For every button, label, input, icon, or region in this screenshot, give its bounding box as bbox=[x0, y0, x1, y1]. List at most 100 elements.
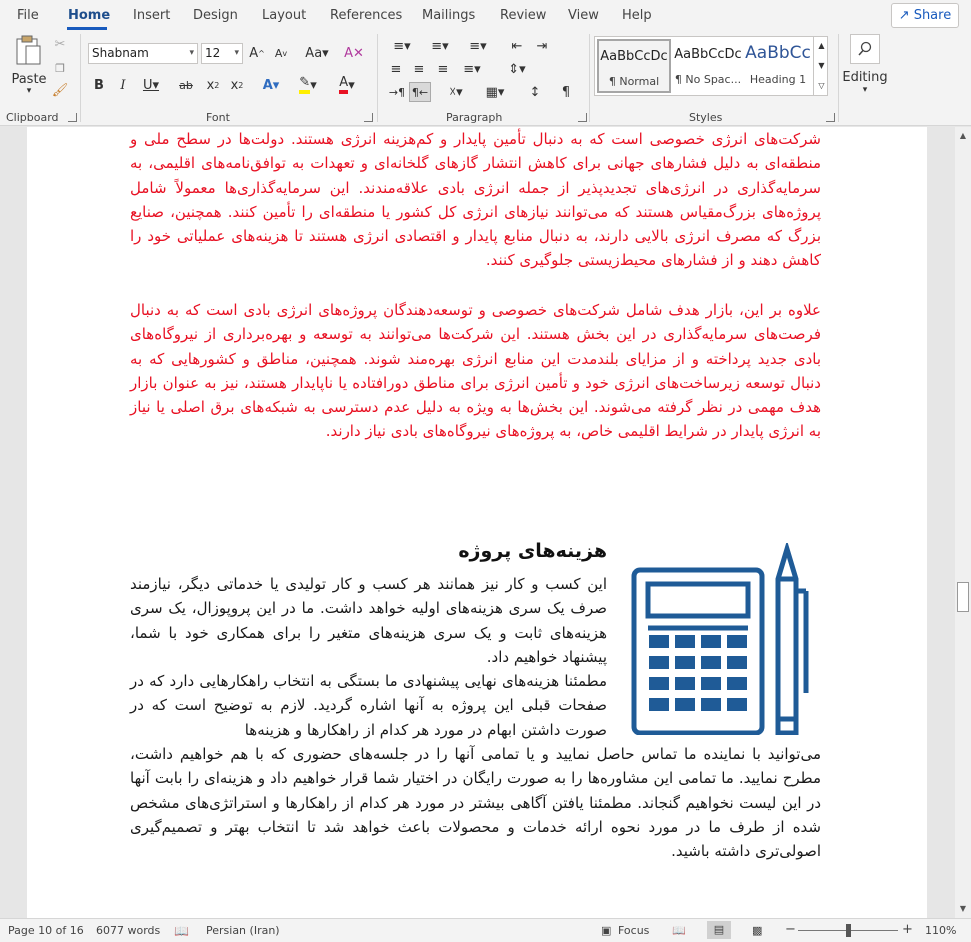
focus-icon[interactable]: ▣ bbox=[601, 924, 611, 937]
tab-references[interactable]: References bbox=[330, 8, 402, 23]
print-layout-icon[interactable]: ▤ bbox=[707, 921, 731, 939]
scroll-up-icon[interactable]: ▲ bbox=[958, 129, 968, 141]
multilevel-list-icon[interactable]: ≡▾ bbox=[462, 36, 494, 56]
numbering-icon[interactable]: ≡▾ bbox=[424, 36, 456, 56]
share-button[interactable]: ↗ Share bbox=[891, 3, 959, 28]
font-name-combo[interactable]: Shabnam ▾ bbox=[88, 43, 198, 64]
shrink-font-icon[interactable]: Av bbox=[271, 43, 291, 64]
focus-button[interactable]: Focus bbox=[618, 924, 649, 937]
search-icon[interactable] bbox=[850, 34, 880, 64]
editing-chevron-icon[interactable]: ▾ bbox=[858, 85, 872, 95]
grow-font-icon[interactable]: A ^ bbox=[247, 43, 267, 64]
tab-home[interactable]: Home bbox=[68, 8, 110, 23]
bullets-icon[interactable]: ≡▾ bbox=[386, 36, 418, 56]
paste-chevron-icon[interactable]: ▾ bbox=[22, 86, 36, 96]
chevron-down-icon[interactable]: ▼ bbox=[816, 58, 827, 72]
style-no-spacing[interactable]: AaBbCcDc ¶ No Spac... bbox=[671, 39, 745, 93]
clipboard-launcher-icon[interactable] bbox=[68, 113, 77, 122]
ribbon: Paste ▾ ✂ ❐ 🖌 Clipboard Shabnam ▾ 12 ▾ A ^ … bbox=[0, 30, 971, 126]
separator bbox=[80, 34, 81, 122]
text-effects-icon[interactable]: A▾ bbox=[256, 75, 286, 95]
highlight-color-icon[interactable]: ✎ ▾ bbox=[293, 75, 323, 95]
align-center-icon[interactable]: ≡ bbox=[409, 59, 429, 79]
clear-formatting-icon[interactable]: A✕ bbox=[343, 43, 365, 64]
bold-icon[interactable]: B bbox=[90, 75, 108, 95]
style-name: ¶ Normal bbox=[608, 75, 660, 88]
editing-button[interactable]: Editing bbox=[840, 69, 890, 85]
copy-icon[interactable]: ❐ bbox=[52, 60, 68, 76]
zoom-level[interactable]: 110% bbox=[925, 924, 956, 937]
cut-icon[interactable]: ✂ bbox=[52, 36, 68, 52]
vertical-scrollbar[interactable]: ▲ ▼ bbox=[955, 127, 971, 918]
scrollbar-thumb[interactable] bbox=[957, 582, 969, 612]
paragraph-launcher-icon[interactable] bbox=[578, 113, 587, 122]
menu-bar: File Home Insert Design Layout Reference… bbox=[0, 0, 971, 30]
web-layout-icon[interactable]: ▩ bbox=[752, 924, 762, 937]
paste-icon[interactable] bbox=[12, 34, 46, 68]
share-icon: ↗ bbox=[898, 8, 910, 23]
paragraph-group-label: Paragraph bbox=[446, 111, 503, 124]
tab-file[interactable]: File bbox=[17, 8, 39, 23]
styles-launcher-icon[interactable] bbox=[826, 113, 835, 122]
read-mode-icon[interactable]: 📖 bbox=[672, 924, 686, 937]
format-painter-icon[interactable]: 🖌 bbox=[52, 82, 69, 98]
style-normal[interactable]: AaBbCcDc ¶ Normal bbox=[597, 39, 671, 93]
page-count[interactable]: Page 10 of 16 bbox=[8, 924, 84, 937]
font-size-combo[interactable]: 12 ▾ bbox=[201, 43, 243, 64]
justify-icon[interactable]: ≡▾ bbox=[457, 59, 487, 79]
styles-group-label: Styles bbox=[689, 111, 723, 124]
align-left-icon[interactable]: ≡ bbox=[386, 59, 406, 79]
scroll-down-icon[interactable]: ▼ bbox=[958, 902, 968, 914]
show-formatting-icon[interactable]: ¶ bbox=[556, 82, 576, 102]
underline-icon[interactable]: U▾ bbox=[137, 75, 165, 95]
word-count[interactable]: 6077 words bbox=[96, 924, 160, 937]
paste-button[interactable]: Paste bbox=[11, 71, 46, 87]
language[interactable]: Persian (Iran) bbox=[206, 924, 280, 937]
tab-help[interactable]: Help bbox=[622, 8, 652, 23]
font-name-value: Shabnam bbox=[92, 46, 149, 60]
font-color-icon[interactable]: A ▾ bbox=[332, 75, 362, 95]
zoom-out-icon[interactable]: − bbox=[785, 922, 796, 937]
font-launcher-icon[interactable] bbox=[364, 113, 373, 122]
font-size-value: 12 bbox=[205, 46, 221, 60]
shading-icon[interactable]: ☓▾ bbox=[438, 82, 474, 102]
tab-mailings[interactable]: Mailings bbox=[422, 8, 475, 23]
tab-layout[interactable]: Layout bbox=[262, 8, 306, 23]
paragraph-4-part-1: مطمئنا هزینه‌های نهایی پیشنهادی ما بستگی… bbox=[130, 672, 607, 739]
chevron-down-icon: ▾ bbox=[189, 48, 194, 58]
chevron-up-icon[interactable]: ▲ bbox=[816, 38, 827, 52]
tab-view[interactable]: View bbox=[568, 8, 599, 23]
ltr-direction-icon[interactable]: →¶ bbox=[386, 82, 408, 102]
style-preview: AaBbCcDc bbox=[674, 47, 742, 62]
styles-gallery-scroll[interactable]: ▲ ▼ ▽ bbox=[813, 36, 828, 96]
clipboard-group-label: Clipboard bbox=[6, 111, 59, 124]
sort-icon[interactable]: ↕ bbox=[524, 82, 546, 102]
decrease-indent-icon[interactable]: ⇤ bbox=[507, 36, 527, 56]
style-preview: AaBbCcDc bbox=[600, 49, 668, 64]
tab-design[interactable]: Design bbox=[193, 8, 238, 23]
section-heading: هزینه‌های پروژه bbox=[458, 540, 607, 562]
style-heading-1[interactable]: AaBbCc Heading 1 bbox=[743, 39, 813, 93]
align-right-icon[interactable]: ≡ bbox=[433, 59, 453, 79]
tab-review[interactable]: Review bbox=[500, 8, 546, 23]
share-label: Share bbox=[913, 8, 952, 23]
paragraph-3: این کسب و کار نیز همانند هر کسب و کار تو… bbox=[130, 575, 607, 666]
separator bbox=[589, 34, 590, 122]
change-case-icon[interactable]: Aa▾ bbox=[302, 43, 332, 64]
style-preview: AaBbCc bbox=[745, 43, 811, 63]
tab-insert[interactable]: Insert bbox=[133, 8, 170, 23]
rtl-direction-icon[interactable]: ¶← bbox=[409, 82, 431, 102]
superscript-icon[interactable]: x2 bbox=[227, 75, 247, 95]
italic-icon[interactable]: I bbox=[114, 75, 132, 95]
font-group-label: Font bbox=[206, 111, 230, 124]
more-styles-icon[interactable]: ▽ bbox=[816, 78, 827, 92]
line-spacing-icon[interactable]: ⇕▾ bbox=[501, 59, 533, 79]
zoom-slider-thumb[interactable] bbox=[846, 924, 851, 937]
zoom-in-icon[interactable]: + bbox=[902, 922, 913, 937]
increase-indent-icon[interactable]: ⇥ bbox=[532, 36, 552, 56]
borders-icon[interactable]: ▦▾ bbox=[478, 82, 512, 102]
proofing-icon[interactable]: 📖 bbox=[174, 924, 189, 938]
strikethrough-icon[interactable]: ab bbox=[176, 75, 196, 95]
subscript-icon[interactable]: x2 bbox=[203, 75, 223, 95]
document-page[interactable]: شرکت‌های انرژی خصوصی است که به دنبال تأم… bbox=[27, 127, 927, 918]
